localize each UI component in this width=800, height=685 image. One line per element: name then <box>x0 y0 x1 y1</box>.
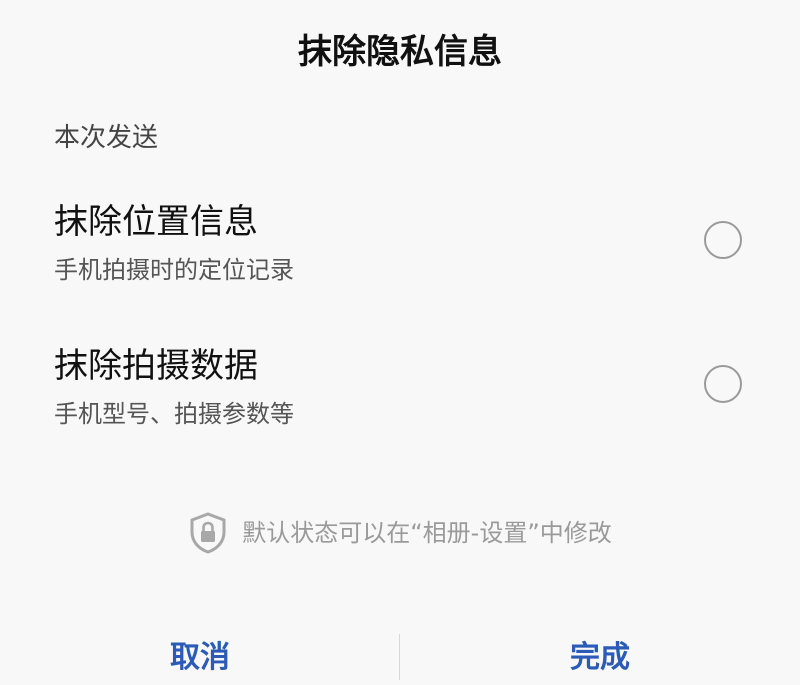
settings-hint: 默认状态可以在“相册-设置”中修改 <box>0 512 800 554</box>
section-label: 本次发送 <box>54 123 159 153</box>
option-erase-location[interactable]: 抹除位置信息 手机拍摄时的定位记录 <box>0 190 800 300</box>
hint-text: 默认状态可以在“相册-设置”中修改 <box>242 519 612 547</box>
option-title: 抹除位置信息 <box>54 202 258 242</box>
dialog-footer: 取消 完成 <box>0 628 800 685</box>
option-title: 抹除拍摄数据 <box>54 346 258 386</box>
option-erase-shooting-data[interactable]: 抹除拍摄数据 手机型号、拍摄参数等 <box>0 334 800 444</box>
cancel-button[interactable]: 取消 <box>0 628 400 685</box>
shield-lock-icon <box>190 512 226 554</box>
option-subtitle: 手机拍摄时的定位记录 <box>54 256 294 284</box>
dialog-title: 抹除隐私信息 <box>298 32 502 72</box>
erase-location-radio[interactable] <box>704 221 742 259</box>
done-button[interactable]: 完成 <box>400 628 800 685</box>
privacy-erase-dialog: 抹除隐私信息 本次发送 抹除位置信息 手机拍摄时的定位记录 抹除拍摄数据 手机型… <box>0 0 800 685</box>
option-subtitle: 手机型号、拍摄参数等 <box>54 400 294 428</box>
erase-shooting-data-radio[interactable] <box>704 365 742 403</box>
